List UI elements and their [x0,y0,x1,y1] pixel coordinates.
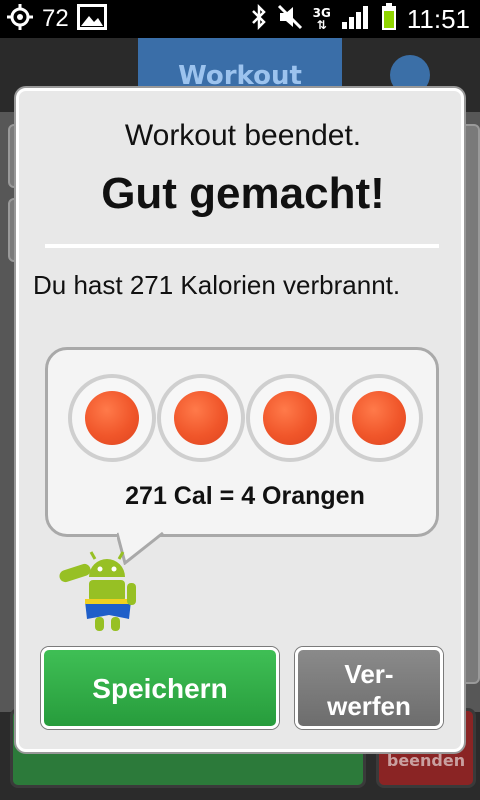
battery-icon [381,3,397,35]
discard-button[interactable]: Ver- werfen [295,647,443,729]
save-button[interactable]: Speichern [41,647,279,729]
dialog-headline: Gut gemacht! [101,169,385,218]
title-divider [45,244,439,248]
mute-icon [277,4,303,34]
orange-icon [68,374,156,462]
orange-icon [246,374,334,462]
background-finish-label: beenden [386,751,466,770]
clock: 11:51 [406,3,470,34]
workout-finished-dialog: Workout beendet. Gut gemacht! Du hast 27… [16,88,464,752]
status-right: 3G ⇅ 11:51 [251,3,470,35]
dialog-title: Workout beendet. [124,119,362,152]
status-bar: 72 3G ⇅ 11:51 [0,0,480,38]
calorie-equivalence-caption: 271 Cal = 4 Orangen [125,482,365,510]
data-arrows-icon: ⇅ [316,18,327,32]
orange-icon [335,374,423,462]
oranges-row [68,374,423,466]
notification-count: 72 [42,5,69,32]
discard-label-line2: werfen [327,691,411,721]
gallery-icon [76,4,107,34]
bluetooth-icon [251,3,267,34]
android-mascot-icon [59,551,136,631]
gps-icon [6,3,34,35]
orange-icon [157,374,245,462]
signal-icon [341,4,371,34]
discard-label-line1: Ver- [344,659,394,689]
calories-message: Du hast 271 Kalorien verbrannt. [33,270,401,300]
network-type: 3G ⇅ [313,7,331,31]
speech-bubble: 271 Cal = 4 Orangen [45,347,439,537]
status-left: 72 [6,4,107,34]
